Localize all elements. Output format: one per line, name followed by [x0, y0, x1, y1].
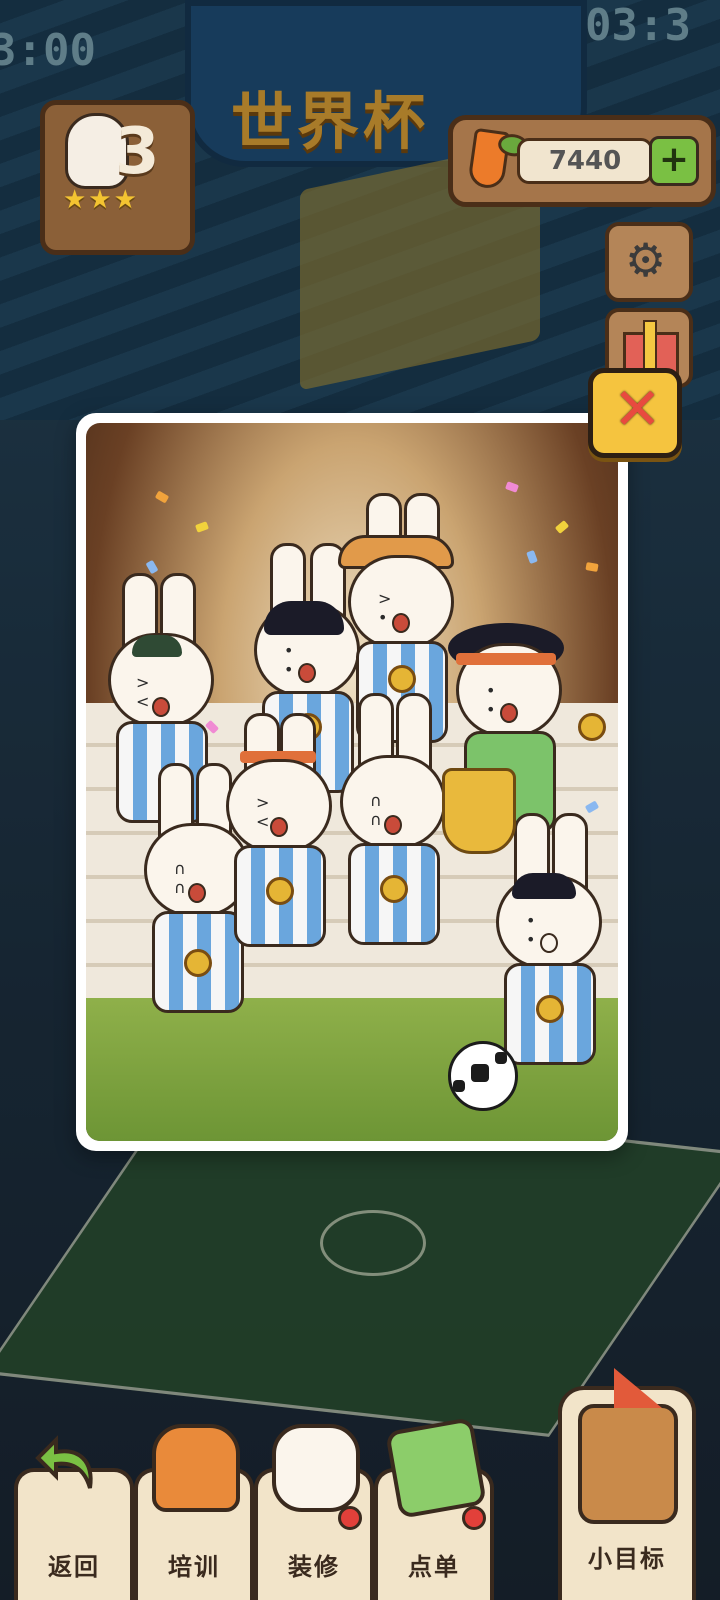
flag-icon: [614, 1368, 662, 1408]
nav-decorate-label: 装修: [288, 1553, 340, 1581]
confetti-piece: [194, 521, 210, 533]
back-arrow-icon: [32, 1424, 112, 1504]
confetti-piece: [585, 562, 599, 572]
settings-button[interactable]: ⚙: [605, 222, 693, 302]
soccer-ball-icon: [448, 1041, 518, 1111]
small-goal-label: 小目标: [588, 1545, 666, 1573]
nav-order-label: 点单: [408, 1553, 460, 1581]
level-stars-icon: ★★★: [63, 185, 139, 215]
confetti-piece: [554, 520, 570, 534]
close-icon: ✕: [613, 375, 662, 443]
confetti-piece: [145, 559, 159, 575]
world-cup-celebration-illustration: > < • • > •: [86, 423, 618, 1141]
carrot-count: 7440: [517, 138, 653, 184]
confetti-piece: [504, 481, 520, 493]
small-goal-button[interactable]: 小目标: [558, 1368, 696, 1600]
builder-bunny-icon: [272, 1424, 360, 1512]
add-carrots-button[interactable]: +: [649, 136, 699, 186]
close-modal-button[interactable]: ✕: [588, 368, 682, 458]
confetti-piece: [526, 549, 538, 565]
gold-trophy-icon: [442, 768, 516, 854]
nav-back-button[interactable]: 返回: [14, 1435, 134, 1600]
carrot-currency-panel: 7440 +: [448, 115, 716, 207]
celebration-modal: > < • • > •: [76, 413, 628, 1151]
notification-dot-icon: [338, 1506, 362, 1530]
clipboard-checklist-icon: [385, 1417, 487, 1519]
nav-back-label: 返回: [48, 1553, 100, 1581]
gear-icon: ⚙: [625, 233, 667, 287]
level-number: 3: [115, 115, 160, 189]
bunny-paw-icon: [578, 1404, 678, 1524]
carrot-trainer-icon: [152, 1424, 240, 1512]
confetti-piece: [154, 490, 170, 504]
nav-train-button[interactable]: 培训: [134, 1424, 254, 1600]
game-scene: 3:00 03:3 世界杯 3 ★★★ 7440 + ⚙ > • > • ∩ >…: [0, 0, 720, 1600]
nav-decorate-button[interactable]: 装修: [254, 1424, 374, 1600]
nav-order-button[interactable]: 点单: [374, 1417, 494, 1600]
level-badge[interactable]: 3 ★★★: [40, 100, 195, 255]
carrot-icon: [467, 127, 530, 191]
notification-dot-icon: [462, 1506, 486, 1530]
nav-train-label: 培训: [168, 1553, 220, 1581]
